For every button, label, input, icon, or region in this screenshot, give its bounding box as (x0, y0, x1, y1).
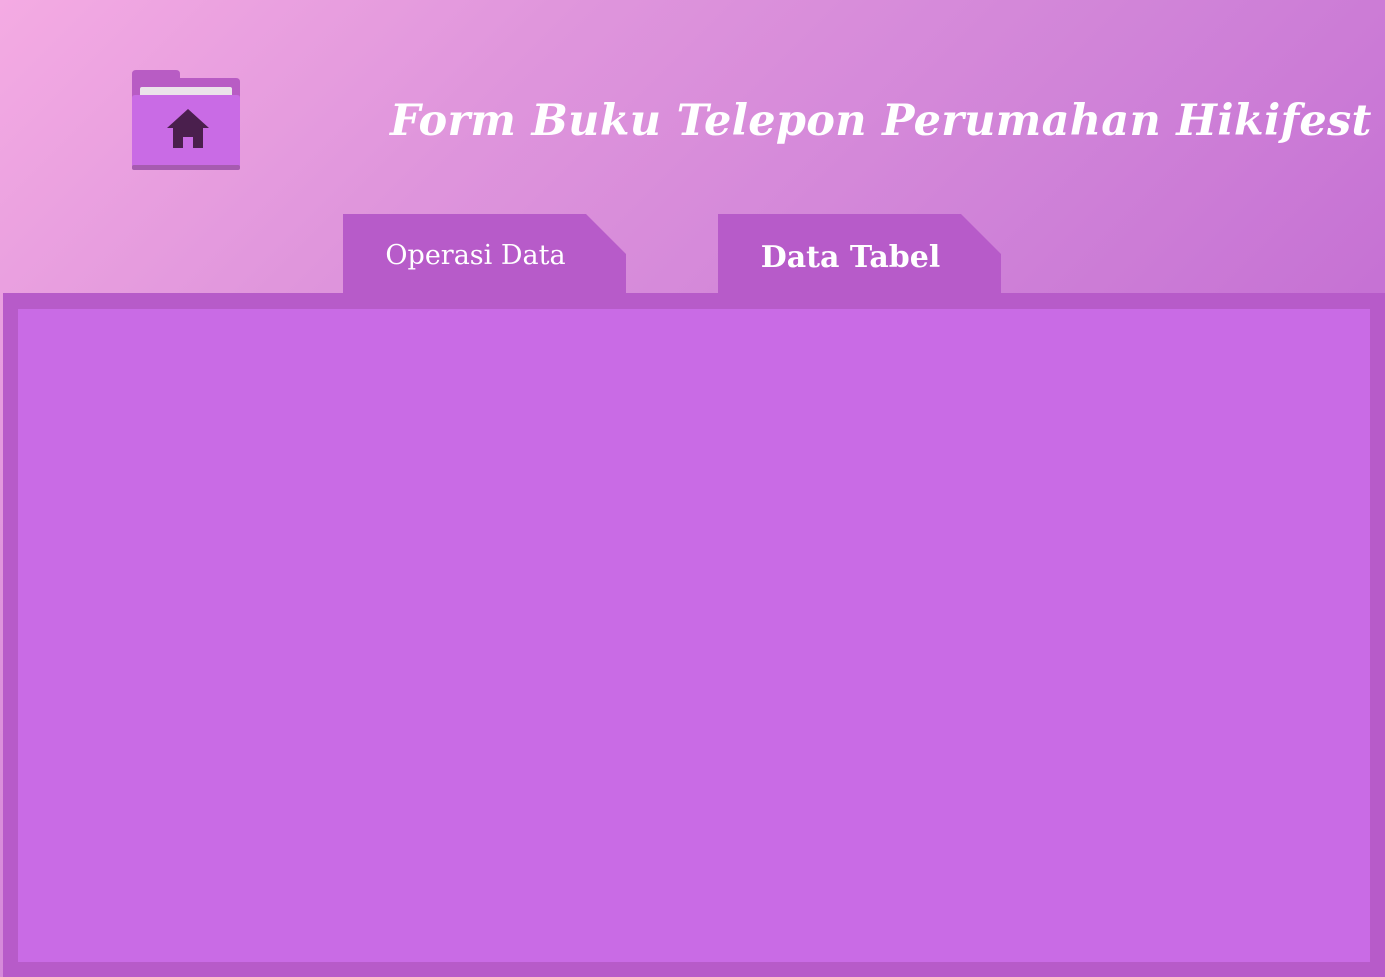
content-panel (3, 293, 1385, 977)
tab-operasi-data[interactable]: Operasi Data (343, 214, 626, 294)
home-folder-icon[interactable] (130, 68, 242, 172)
folder-home-icon (132, 70, 240, 170)
tab-label: Data Tabel (760, 240, 941, 275)
tab-label: Operasi Data (385, 240, 566, 271)
tab-data-tabel[interactable]: Data Tabel (718, 214, 1001, 294)
page-title: Form Buku Telepon Perumahan Hikifest (390, 96, 1372, 146)
